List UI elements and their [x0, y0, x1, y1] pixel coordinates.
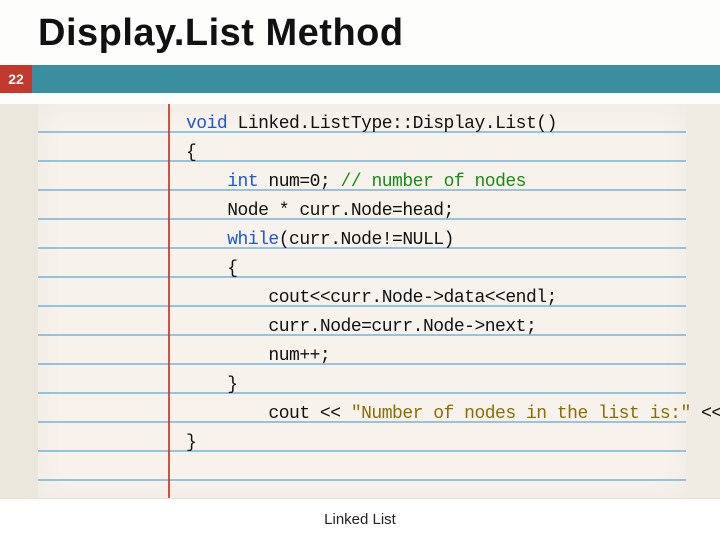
- code-text: }: [186, 433, 196, 453]
- paper-margin-line: [168, 104, 170, 498]
- code-text: curr.Node=curr.Node->next;: [186, 317, 536, 337]
- code-comment: // number of nodes: [341, 172, 526, 192]
- keyword-int: int: [227, 172, 258, 192]
- keyword-while: while: [227, 230, 279, 250]
- code-text: {: [186, 259, 238, 279]
- accent-band: 22: [0, 65, 720, 93]
- slide-title: Display.List Method: [0, 0, 720, 65]
- code-text: Node * curr.Node=head;: [186, 201, 454, 221]
- page-number-badge: 22: [0, 65, 32, 93]
- slide-footer: Linked List: [0, 498, 720, 540]
- code-string: "Number of nodes in the list is:": [351, 404, 691, 424]
- code-text: cout<<curr.Node->data<<endl;: [186, 288, 557, 308]
- code-text: num++;: [186, 346, 330, 366]
- code-text: {: [186, 143, 196, 163]
- content-area: void Linked.ListType::Display.List() { i…: [0, 104, 720, 498]
- code-text: cout <<: [186, 404, 351, 424]
- code-block: void Linked.ListType::Display.List() { i…: [186, 110, 720, 458]
- code-text: << num << endl;: [691, 404, 720, 424]
- code-text: num=0;: [258, 172, 340, 192]
- left-padding: [0, 104, 38, 498]
- keyword-void: void: [186, 114, 227, 134]
- code-text: Linked.ListType::Display.List(): [227, 114, 557, 134]
- code-text: (curr.Node!=NULL): [279, 230, 454, 250]
- notebook-paper: void Linked.ListType::Display.List() { i…: [38, 104, 686, 498]
- code-text: }: [186, 375, 238, 395]
- slide: Display.List Method 22 void Linked.ListT…: [0, 0, 720, 540]
